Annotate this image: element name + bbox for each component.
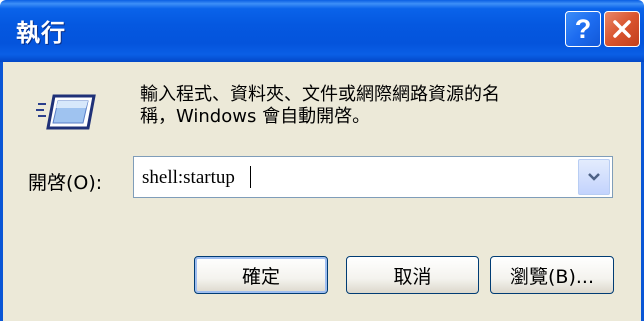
close-button[interactable] <box>604 11 640 47</box>
ok-button[interactable]: 確定 <box>194 256 328 294</box>
help-button[interactable]: ? <box>565 11 601 47</box>
run-icon <box>36 94 96 130</box>
text-caret <box>250 166 251 188</box>
close-icon <box>613 20 631 38</box>
instructions-text: 輸入程式、資料夾、文件或網際網路資源的名 稱，Windows 會自動開啓。 <box>140 84 500 127</box>
dropdown-button[interactable] <box>578 159 610 195</box>
browse-button[interactable]: 瀏覽(B)... <box>490 256 614 294</box>
open-label: 開啓(O): <box>28 172 103 194</box>
open-input[interactable] <box>142 167 562 189</box>
run-dialog: 執行 ? 輸入程式、資料夾、文件或網際網路資源的名 稱，Windows 會自動開… <box>0 0 644 321</box>
chevron-down-icon <box>588 173 600 181</box>
cancel-button[interactable]: 取消 <box>346 256 479 294</box>
open-combobox[interactable] <box>133 156 613 198</box>
window-title: 執行 <box>16 19 66 47</box>
title-bar[interactable]: 執行 ? <box>0 0 644 62</box>
